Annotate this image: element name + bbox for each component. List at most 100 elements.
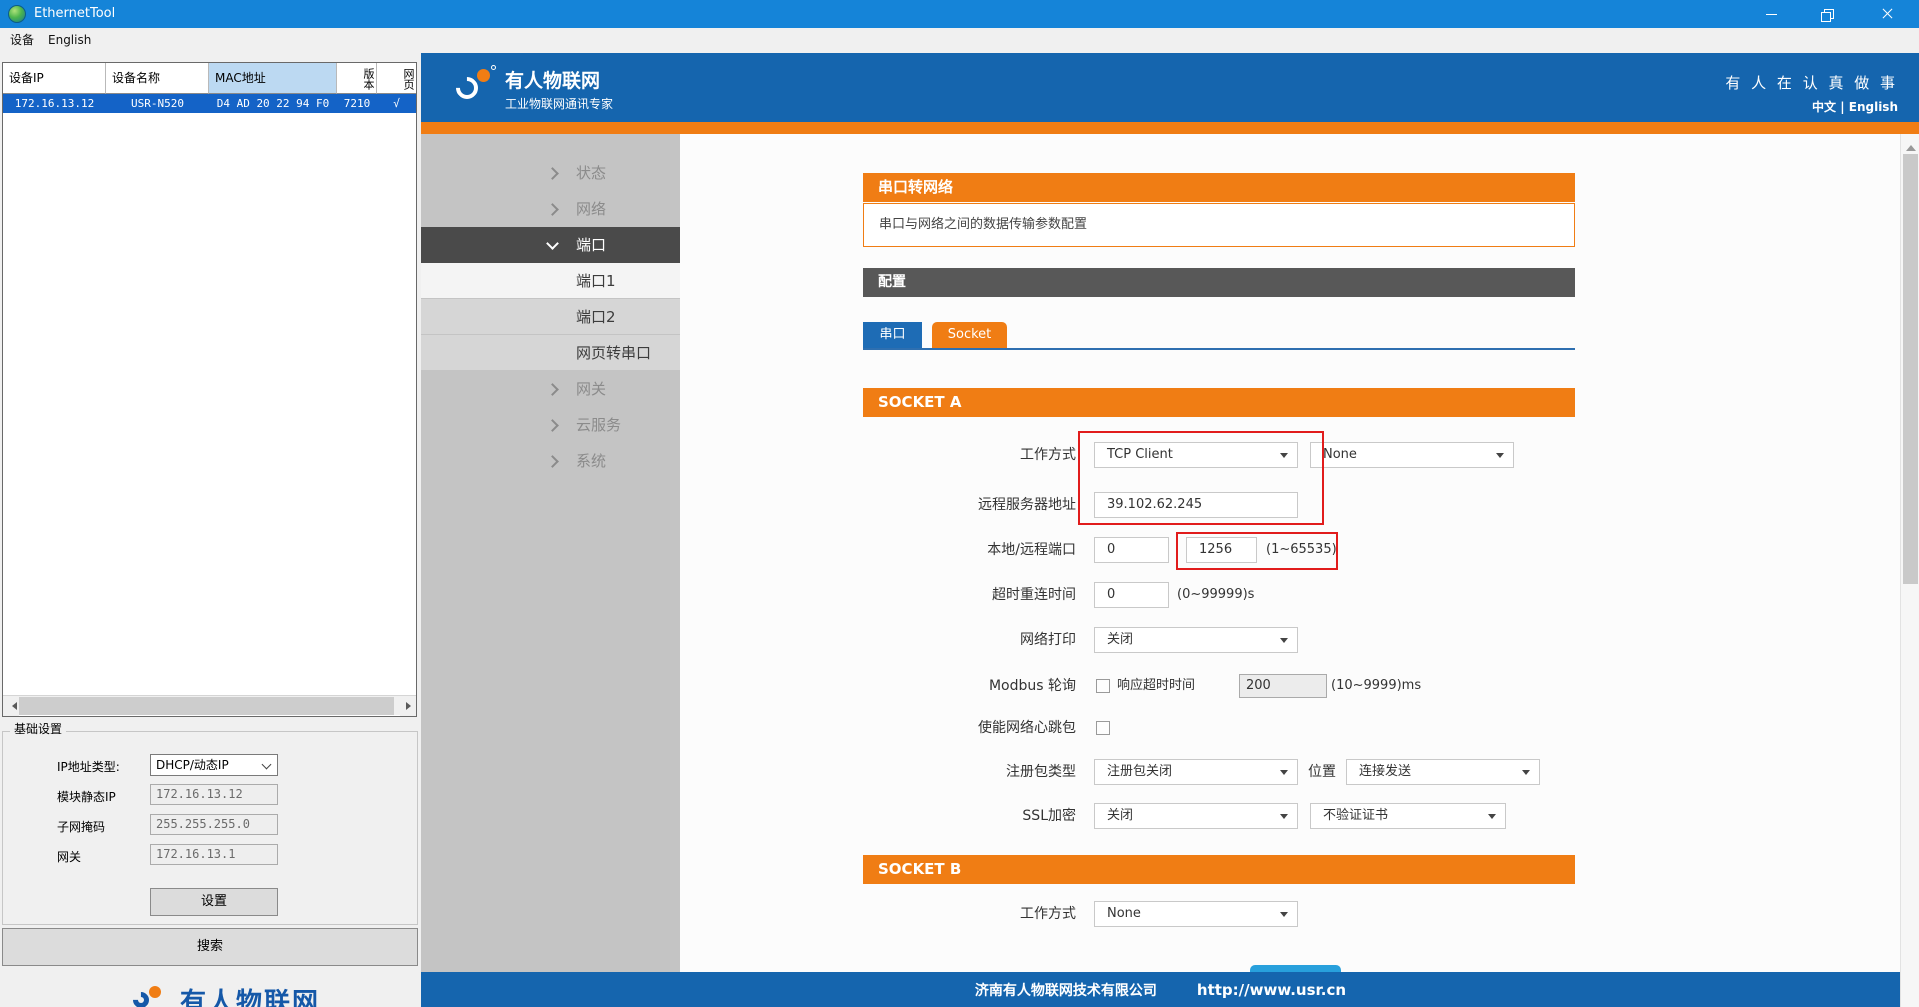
remote-address-label: 远程服务器地址 bbox=[856, 492, 1076, 518]
tab-underline bbox=[863, 348, 1575, 350]
heartbeat-label: 使能网络心跳包 bbox=[856, 715, 1076, 741]
gateway-label: 网关 bbox=[57, 848, 81, 866]
usr-logo-icon bbox=[133, 986, 173, 1007]
nav-gateway[interactable]: 网关 bbox=[421, 371, 680, 407]
net-print-select[interactable]: 关闭 bbox=[1094, 627, 1298, 653]
response-timeout-input[interactable]: 200 bbox=[1239, 674, 1327, 698]
subnet-mask-field[interactable]: 255.255.255.0 bbox=[150, 814, 278, 835]
chevron-right-icon bbox=[546, 203, 559, 216]
close-button[interactable] bbox=[1862, 0, 1919, 28]
gateway-field[interactable]: 172.16.13.1 bbox=[150, 844, 278, 865]
device-row-mac[interactable]: D4 AD 20 22 94 F0 bbox=[209, 94, 337, 113]
restore-button[interactable] bbox=[1802, 0, 1852, 28]
header-accent-strip bbox=[421, 122, 1919, 134]
window-title: EthernetTool bbox=[34, 0, 115, 28]
usr-logo-text: 有人物联网 bbox=[180, 982, 320, 1007]
caret-down-icon bbox=[1522, 770, 1530, 779]
reconnect-label: 超时重连时间 bbox=[856, 582, 1076, 608]
set-button[interactable]: 设置 bbox=[150, 888, 278, 916]
chevron-down-icon bbox=[546, 237, 559, 250]
ip-type-value: DHCP/动态IP bbox=[156, 758, 229, 772]
response-timeout-label: 响应超时时间 bbox=[1117, 673, 1195, 699]
footer-url[interactable]: http://www.usr.cn bbox=[1197, 981, 1346, 999]
nav-cloud[interactable]: 云服务 bbox=[421, 407, 680, 443]
caret-down-icon bbox=[1496, 453, 1504, 462]
caret-down-icon bbox=[1280, 912, 1288, 921]
nav-web-to-serial[interactable]: 网页转串口 bbox=[421, 335, 680, 371]
nav-status[interactable]: 状态 bbox=[421, 155, 680, 191]
nav-network[interactable]: 网络 bbox=[421, 191, 680, 227]
reconnect-range-hint: (0~99999)s bbox=[1177, 582, 1254, 608]
scrollbar-thumb[interactable] bbox=[1903, 154, 1918, 584]
static-ip-field[interactable]: 172.16.13.12 bbox=[150, 784, 278, 805]
reconnect-input[interactable]: 0 bbox=[1094, 582, 1169, 608]
device-row-name[interactable]: USR-N520 bbox=[106, 94, 209, 113]
usr-brand-icon bbox=[453, 65, 497, 109]
main-content: 串口转网络 串口与网络之间的数据传输参数配置 配置 串口 Socket SOCK… bbox=[680, 134, 1902, 972]
modbus-checkbox[interactable] bbox=[1096, 679, 1110, 693]
position-select[interactable]: 连接发送 bbox=[1346, 759, 1540, 785]
column-header-device-ip[interactable]: 设备IP bbox=[3, 63, 106, 94]
ssl-select[interactable]: 关闭 bbox=[1094, 803, 1298, 829]
scrollbar-thumb[interactable] bbox=[19, 697, 394, 715]
column-header-device-name[interactable]: 设备名称 bbox=[106, 63, 209, 94]
device-row-ip[interactable]: 172.16.13.12 bbox=[3, 94, 106, 113]
work-mode-label: 工作方式 bbox=[856, 442, 1076, 468]
heartbeat-checkbox[interactable] bbox=[1096, 721, 1110, 735]
chevron-down-icon bbox=[262, 760, 272, 770]
basic-settings-title: 基础设置 bbox=[10, 722, 66, 737]
app-icon bbox=[8, 5, 26, 23]
tab-socket[interactable]: Socket bbox=[932, 322, 1007, 348]
web-footer: 济南有人物联网技术有限公司 http://www.usr.cn bbox=[421, 972, 1900, 1007]
column-header-mac[interactable]: MAC地址 bbox=[209, 63, 337, 94]
minimize-button[interactable] bbox=[1746, 0, 1796, 28]
menu-english[interactable]: English bbox=[42, 28, 97, 53]
page-vertical-scrollbar[interactable] bbox=[1900, 134, 1919, 1007]
column-header-web[interactable]: 网页 bbox=[377, 63, 416, 94]
chevron-right-icon bbox=[546, 167, 559, 180]
scroll-right-arrow[interactable] bbox=[400, 696, 416, 716]
chevron-right-icon bbox=[546, 455, 559, 468]
reg-packet-label: 注册包类型 bbox=[856, 759, 1076, 785]
nav-port2[interactable]: 端口2 bbox=[421, 299, 680, 335]
menu-device[interactable]: 设备 bbox=[4, 28, 40, 53]
page-title-bar: 串口转网络 bbox=[863, 173, 1575, 202]
local-port-input[interactable]: 0 bbox=[1094, 537, 1169, 563]
response-range-hint: (10~9999)ms bbox=[1331, 673, 1421, 699]
ssl-cert-select[interactable]: 不验证证书 bbox=[1310, 803, 1506, 829]
work-mode-b-label: 工作方式 bbox=[856, 901, 1076, 927]
device-row-web-link[interactable]: √ bbox=[377, 94, 416, 113]
caret-down-icon bbox=[1280, 770, 1288, 779]
search-button[interactable]: 搜索 bbox=[2, 928, 418, 966]
device-table: 设备IP 设备名称 MAC地址 版本 网页 172.16.13.12 USR-N… bbox=[2, 62, 417, 717]
work-mode-b-select[interactable]: None bbox=[1094, 901, 1298, 927]
arrow-left-icon bbox=[8, 702, 17, 710]
nav-system[interactable]: 系统 bbox=[421, 443, 680, 479]
footer-company: 济南有人物联网技术有限公司 bbox=[975, 980, 1157, 1000]
language-switch[interactable]: 中文 | English bbox=[1812, 98, 1898, 115]
scroll-left-arrow[interactable] bbox=[3, 696, 19, 716]
page-description: 串口与网络之间的数据传输参数配置 bbox=[863, 203, 1575, 247]
nav-port1[interactable]: 端口1 bbox=[421, 263, 680, 299]
ip-type-select[interactable]: DHCP/动态IP bbox=[150, 754, 278, 776]
minimize-icon bbox=[1766, 14, 1777, 15]
ethernet-tool-window: EthernetTool 设备 English 设备IP 设备名称 MAC地址 … bbox=[0, 0, 1919, 1007]
reg-packet-select[interactable]: 注册包关闭 bbox=[1094, 759, 1298, 785]
menu-bar bbox=[0, 28, 1919, 53]
work-mode-secondary-select[interactable]: None bbox=[1310, 442, 1514, 468]
registered-mark-icon bbox=[491, 65, 496, 70]
ssl-label: SSL加密 bbox=[856, 803, 1076, 829]
config-section-bar: 配置 bbox=[863, 268, 1575, 297]
annotation-box-port bbox=[1176, 532, 1338, 570]
nav-port[interactable]: 端口 bbox=[421, 227, 680, 263]
save-button-partial[interactable] bbox=[1250, 965, 1341, 972]
device-row-version[interactable]: 7210 bbox=[337, 94, 377, 113]
subnet-mask-label: 子网掩码 bbox=[57, 818, 105, 836]
nav-sidebar: 状态 网络 端口 端口1 端口2 网页转串口 网关 云服务 系统 bbox=[421, 134, 680, 1007]
brand-motto: 有 人 在 认 真 做 事 bbox=[1725, 72, 1898, 93]
column-header-version[interactable]: 版本 bbox=[337, 63, 377, 94]
tab-serial[interactable]: 串口 bbox=[863, 322, 922, 348]
socket-b-bar: SOCKET B bbox=[863, 855, 1575, 884]
static-ip-label: 模块静态IP bbox=[57, 788, 116, 806]
table-horizontal-scrollbar[interactable] bbox=[3, 695, 416, 715]
